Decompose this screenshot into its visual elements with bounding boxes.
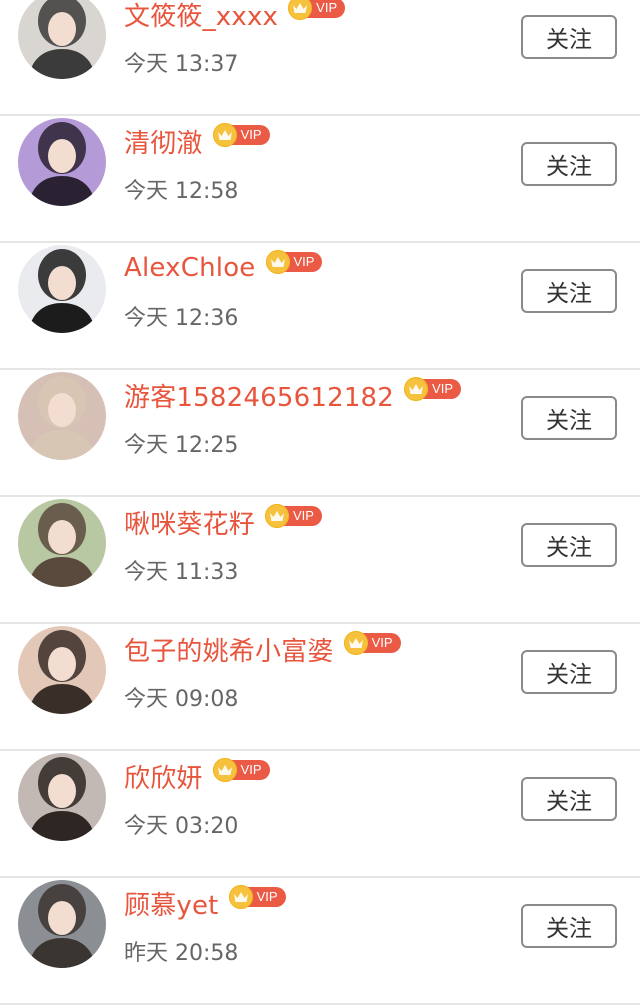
follow-button[interactable]: 关注 [521, 142, 617, 186]
username[interactable]: 顾慕yet [124, 885, 219, 922]
name-line: 游客1582465612182 VIP [124, 377, 462, 414]
follow-time: 今天 03:20 [124, 814, 239, 839]
list-item[interactable]: 欣欣妍 VIP 今天 03:20 关注 [0, 752, 640, 878]
follow-time: 今天 12:25 [124, 433, 239, 458]
crown-icon [212, 758, 237, 782]
avatar[interactable] [18, 626, 106, 714]
name-line: 啾咪葵花籽 VIP [124, 504, 322, 540]
list-item[interactable]: 文筱筱_xxxx VIP 今天 13:37 关注 [0, 0, 640, 116]
avatar[interactable] [18, 372, 106, 460]
username[interactable]: 清彻澈 [124, 123, 203, 160]
vip-badge: VIP [212, 123, 270, 147]
list-item[interactable]: 顾慕yet VIP 昨天 20:58 关注 [0, 879, 640, 1005]
list-item[interactable]: 游客1582465612182 VIP 今天 12:25 关注 [0, 371, 640, 497]
follow-time: 今天 09:08 [124, 687, 239, 712]
avatar[interactable] [18, 753, 106, 841]
vip-label: VIP [306, 0, 346, 18]
follow-button[interactable]: 关注 [521, 269, 617, 313]
username[interactable]: AlexChloe [124, 253, 256, 283]
avatar[interactable] [18, 118, 106, 206]
crown-icon [404, 377, 429, 401]
avatar[interactable] [18, 0, 106, 79]
list-item[interactable]: AlexChloe VIP 今天 12:36 关注 [0, 244, 640, 370]
list-item[interactable]: 清彻澈 VIP 今天 12:58 关注 [0, 117, 640, 243]
follow-time: 今天 13:37 [124, 52, 239, 77]
vip-badge: VIP [404, 377, 462, 401]
follow-button[interactable]: 关注 [521, 650, 617, 694]
name-line: 顾慕yet VIP [124, 885, 286, 921]
crown-icon [343, 631, 368, 655]
username[interactable]: 啾咪葵花籽 [124, 504, 255, 541]
follow-button[interactable]: 关注 [521, 523, 617, 567]
follow-time: 今天 12:58 [124, 179, 239, 204]
username[interactable]: 欣欣妍 [124, 758, 203, 795]
follow-time: 今天 12:36 [124, 306, 239, 331]
name-line: 包子的姚希小富婆 VIP [124, 631, 401, 667]
follow-button[interactable]: 关注 [521, 777, 617, 821]
avatar[interactable] [18, 245, 106, 333]
crown-icon [265, 250, 290, 274]
username[interactable]: 包子的姚希小富婆 [124, 631, 334, 668]
crown-icon [228, 885, 253, 909]
name-line: 文筱筱_xxxx VIP [124, 0, 346, 33]
vip-badge: VIP [228, 885, 286, 909]
name-line: AlexChloe VIP [124, 250, 323, 286]
crown-icon [212, 123, 237, 147]
list-item[interactable]: 包子的姚希小富婆 VIP 今天 09:08 关注 [0, 625, 640, 751]
follow-time: 今天 11:33 [124, 560, 239, 585]
vip-badge: VIP [343, 631, 401, 655]
follow-button[interactable]: 关注 [521, 396, 617, 440]
avatar[interactable] [18, 880, 106, 968]
vip-badge: VIP [288, 0, 346, 20]
avatar[interactable] [18, 499, 106, 587]
list-item[interactable]: 啾咪葵花籽 VIP 今天 11:33 关注 [0, 498, 640, 624]
crown-icon [265, 504, 290, 528]
vip-badge: VIP [212, 758, 270, 782]
follow-button[interactable]: 关注 [521, 15, 617, 59]
username[interactable]: 文筱筱_xxxx [124, 0, 278, 33]
follower-list: 文筱筱_xxxx VIP 今天 13:37 关注 清彻澈 VIP 今天 12:58 关注 Ale… [0, 0, 640, 1005]
username[interactable]: 游客1582465612182 [124, 377, 394, 414]
vip-badge: VIP [265, 250, 323, 274]
follow-time: 昨天 20:58 [124, 941, 239, 966]
name-line: 欣欣妍 VIP [124, 758, 270, 794]
vip-badge: VIP [265, 504, 322, 528]
name-line: 清彻澈 VIP [124, 123, 270, 159]
follow-button[interactable]: 关注 [521, 904, 617, 948]
